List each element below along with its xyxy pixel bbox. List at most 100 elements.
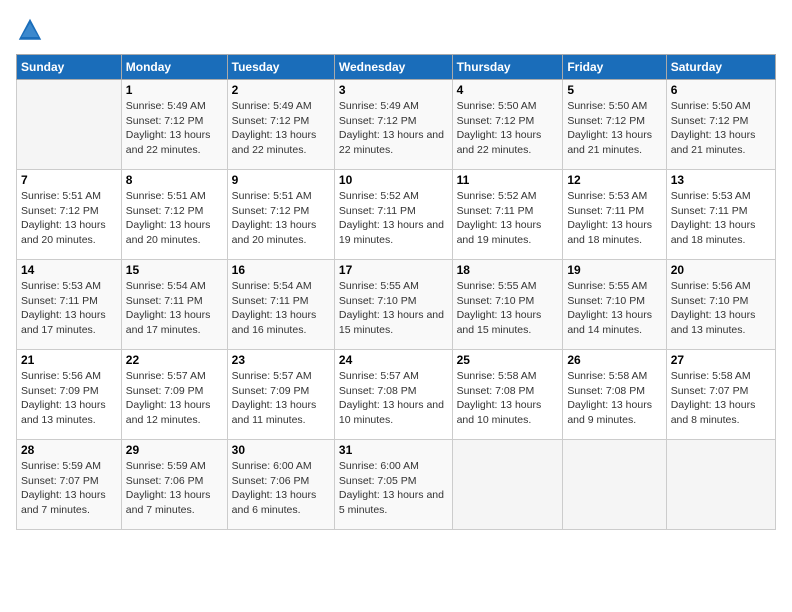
day-number: 4 [457, 83, 559, 97]
day-info: Sunrise: 5:58 AMSunset: 7:08 PMDaylight:… [457, 369, 559, 428]
day-number: 14 [21, 263, 117, 277]
calendar-cell: 5 Sunrise: 5:50 AMSunset: 7:12 PMDaylight… [563, 80, 666, 170]
day-info: Sunrise: 5:56 AMSunset: 7:09 PMDaylight:… [21, 369, 117, 428]
calendar-cell: 31 Sunrise: 6:00 AMSunset: 7:05 PMDayligh… [334, 440, 452, 530]
calendar-cell: 19 Sunrise: 5:55 AMSunset: 7:10 PMDayligh… [563, 260, 666, 350]
day-number: 11 [457, 173, 559, 187]
day-of-week-header: Tuesday [227, 55, 334, 80]
calendar-week-row: 7 Sunrise: 5:51 AMSunset: 7:12 PMDaylight… [17, 170, 776, 260]
calendar-cell: 11 Sunrise: 5:52 AMSunset: 7:11 PMDayligh… [452, 170, 563, 260]
day-number: 21 [21, 353, 117, 367]
calendar-cell: 16Sunrise: 5:54 AMSunset: 7:11 PMDayligh… [227, 260, 334, 350]
calendar-cell: 28Sunrise: 5:59 AMSunset: 7:07 PMDayligh… [17, 440, 122, 530]
day-number: 29 [126, 443, 223, 457]
day-info: Sunrise: 5:53 AMSunset: 7:11 PMDaylight:… [21, 279, 117, 338]
calendar-week-row: 14 Sunrise: 5:53 AMSunset: 7:11 PMDayligh… [17, 260, 776, 350]
day-number: 20 [671, 263, 771, 277]
calendar-cell: 29 Sunrise: 5:59 AMSunset: 7:06 PMDayligh… [121, 440, 227, 530]
calendar-cell: 15 Sunrise: 5:54 AMSunset: 7:11 PMDayligh… [121, 260, 227, 350]
page-header [16, 16, 776, 44]
day-number: 16 [232, 263, 330, 277]
day-info: Sunrise: 6:00 AMSunset: 7:06 PMDaylight:… [232, 459, 330, 518]
calendar-week-row: 28Sunrise: 5:59 AMSunset: 7:07 PMDayligh… [17, 440, 776, 530]
day-number: 19 [567, 263, 661, 277]
day-of-week-header: Thursday [452, 55, 563, 80]
day-info: Sunrise: 5:50 AMSunset: 7:12 PMDaylight:… [567, 99, 661, 158]
day-number: 12 [567, 173, 661, 187]
day-info: Sunrise: 5:51 AMSunset: 7:12 PMDaylight:… [232, 189, 330, 248]
calendar-cell: 4 Sunrise: 5:50 AMSunset: 7:12 PMDaylight… [452, 80, 563, 170]
day-number: 6 [671, 83, 771, 97]
day-info: Sunrise: 5:55 AMSunset: 7:10 PMDaylight:… [567, 279, 661, 338]
calendar-cell [563, 440, 666, 530]
day-number: 23 [232, 353, 330, 367]
day-of-week-header: Wednesday [334, 55, 452, 80]
day-number: 31 [339, 443, 448, 457]
calendar-cell: 22Sunrise: 5:57 AMSunset: 7:09 PMDayligh… [121, 350, 227, 440]
day-number: 25 [457, 353, 559, 367]
day-info: Sunrise: 5:57 AMSunset: 7:08 PMDaylight:… [339, 369, 448, 428]
day-of-week-header: Friday [563, 55, 666, 80]
calendar-cell: 13 Sunrise: 5:53 AMSunset: 7:11 PMDayligh… [666, 170, 775, 260]
day-number: 7 [21, 173, 117, 187]
day-info: Sunrise: 5:53 AMSunset: 7:11 PMDaylight:… [567, 189, 661, 248]
calendar-cell: 23 Sunrise: 5:57 AMSunset: 7:09 PMDayligh… [227, 350, 334, 440]
day-number: 18 [457, 263, 559, 277]
day-number: 13 [671, 173, 771, 187]
day-number: 24 [339, 353, 448, 367]
calendar-cell [452, 440, 563, 530]
calendar-cell: 25 Sunrise: 5:58 AMSunset: 7:08 PMDayligh… [452, 350, 563, 440]
day-info: Sunrise: 5:56 AMSunset: 7:10 PMDaylight:… [671, 279, 771, 338]
calendar-cell: 26 Sunrise: 5:58 AMSunset: 7:08 PMDayligh… [563, 350, 666, 440]
day-info: Sunrise: 5:50 AMSunset: 7:12 PMDaylight:… [671, 99, 771, 158]
day-of-week-header: Sunday [17, 55, 122, 80]
day-of-week-header: Saturday [666, 55, 775, 80]
calendar-cell: 27Sunrise: 5:58 AMSunset: 7:07 PMDayligh… [666, 350, 775, 440]
calendar-cell: 18 Sunrise: 5:55 AMSunset: 7:10 PMDayligh… [452, 260, 563, 350]
calendar-cell [666, 440, 775, 530]
day-number: 3 [339, 83, 448, 97]
day-number: 10 [339, 173, 448, 187]
day-info: Sunrise: 5:51 AMSunset: 7:12 PMDaylight:… [126, 189, 223, 248]
calendar-cell: 14 Sunrise: 5:53 AMSunset: 7:11 PMDayligh… [17, 260, 122, 350]
calendar-cell: 9 Sunrise: 5:51 AMSunset: 7:12 PMDaylight… [227, 170, 334, 260]
calendar-cell: 20 Sunrise: 5:56 AMSunset: 7:10 PMDayligh… [666, 260, 775, 350]
logo [16, 16, 46, 44]
day-info: Sunrise: 5:57 AMSunset: 7:09 PMDaylight:… [126, 369, 223, 428]
calendar-week-row: 21 Sunrise: 5:56 AMSunset: 7:09 PMDayligh… [17, 350, 776, 440]
day-info: Sunrise: 5:57 AMSunset: 7:09 PMDaylight:… [232, 369, 330, 428]
calendar-cell: 12 Sunrise: 5:53 AMSunset: 7:11 PMDayligh… [563, 170, 666, 260]
day-info: Sunrise: 5:50 AMSunset: 7:12 PMDaylight:… [457, 99, 559, 158]
calendar-cell: 6 Sunrise: 5:50 AMSunset: 7:12 PMDaylight… [666, 80, 775, 170]
day-number: 26 [567, 353, 661, 367]
day-number: 1 [126, 83, 223, 97]
calendar-cell: 30 Sunrise: 6:00 AMSunset: 7:06 PMDayligh… [227, 440, 334, 530]
day-info: Sunrise: 6:00 AMSunset: 7:05 PMDaylight:… [339, 459, 448, 518]
logo-icon [16, 16, 44, 44]
calendar-cell: 21 Sunrise: 5:56 AMSunset: 7:09 PMDayligh… [17, 350, 122, 440]
day-info: Sunrise: 5:58 AMSunset: 7:07 PMDaylight:… [671, 369, 771, 428]
day-number: 30 [232, 443, 330, 457]
calendar-cell: 3Sunrise: 5:49 AMSunset: 7:12 PMDaylight… [334, 80, 452, 170]
day-info: Sunrise: 5:53 AMSunset: 7:11 PMDaylight:… [671, 189, 771, 248]
day-info: Sunrise: 5:59 AMSunset: 7:06 PMDaylight:… [126, 459, 223, 518]
day-info: Sunrise: 5:55 AMSunset: 7:10 PMDaylight:… [457, 279, 559, 338]
day-info: Sunrise: 5:54 AMSunset: 7:11 PMDaylight:… [126, 279, 223, 338]
calendar-table: SundayMondayTuesdayWednesdayThursdayFrid… [16, 54, 776, 530]
day-number: 15 [126, 263, 223, 277]
day-info: Sunrise: 5:55 AMSunset: 7:10 PMDaylight:… [339, 279, 448, 338]
day-number: 8 [126, 173, 223, 187]
day-number: 9 [232, 173, 330, 187]
calendar-cell: 24 Sunrise: 5:57 AMSunset: 7:08 PMDayligh… [334, 350, 452, 440]
day-info: Sunrise: 5:58 AMSunset: 7:08 PMDaylight:… [567, 369, 661, 428]
calendar-cell: 10Sunrise: 5:52 AMSunset: 7:11 PMDayligh… [334, 170, 452, 260]
day-number: 5 [567, 83, 661, 97]
day-info: Sunrise: 5:51 AMSunset: 7:12 PMDaylight:… [21, 189, 117, 248]
calendar-header-row: SundayMondayTuesdayWednesdayThursdayFrid… [17, 55, 776, 80]
calendar-cell [17, 80, 122, 170]
day-info: Sunrise: 5:49 AMSunset: 7:12 PMDaylight:… [232, 99, 330, 158]
calendar-cell: 8 Sunrise: 5:51 AMSunset: 7:12 PMDaylight… [121, 170, 227, 260]
day-info: Sunrise: 5:52 AMSunset: 7:11 PMDaylight:… [457, 189, 559, 248]
calendar-cell: 1Sunrise: 5:49 AMSunset: 7:12 PMDaylight… [121, 80, 227, 170]
calendar-cell: 2Sunrise: 5:49 AMSunset: 7:12 PMDaylight… [227, 80, 334, 170]
